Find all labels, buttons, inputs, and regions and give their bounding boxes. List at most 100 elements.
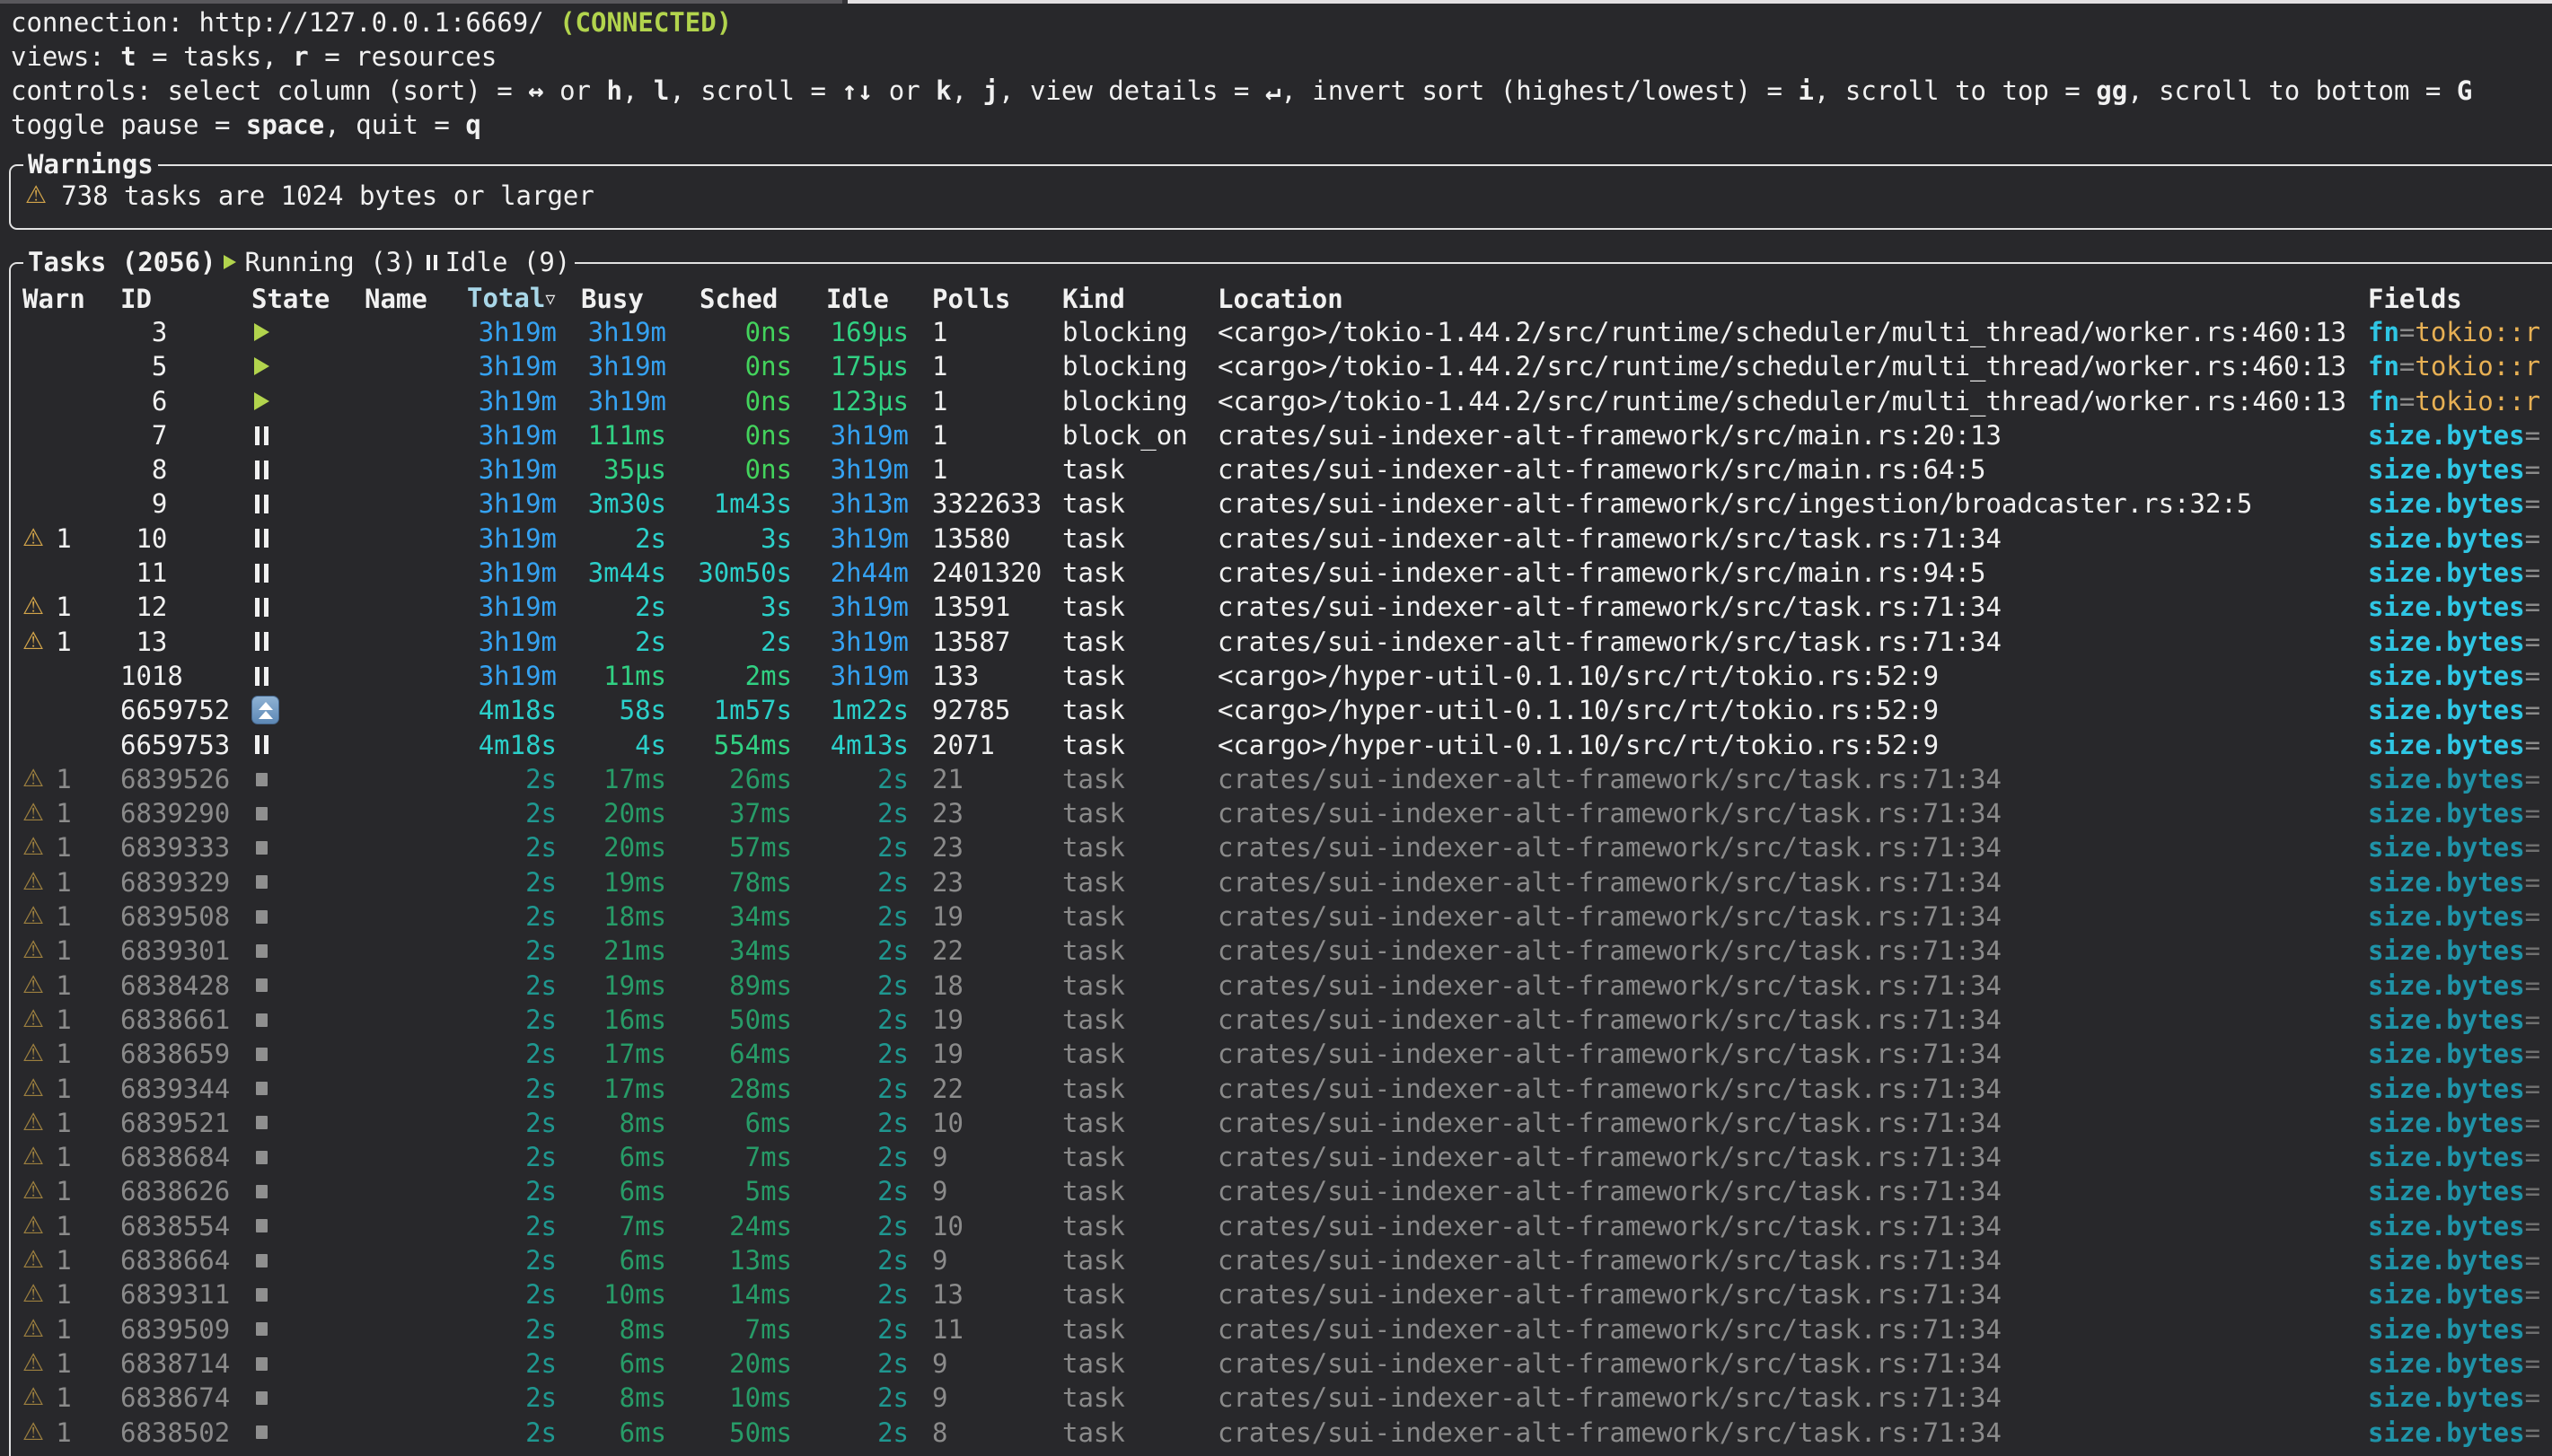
task-id: 6839329 (110, 865, 251, 899)
column-header-idle[interactable]: Idle (792, 282, 909, 316)
sched-duration: 6ms (666, 1106, 792, 1140)
field-value: tokio::r (2415, 351, 2540, 382)
warning-triangle-icon: ⚠ (22, 590, 44, 624)
task-row[interactable]: ⚠168386262s6ms5ms2s9taskcrates/sui-index… (13, 1174, 2552, 1208)
task-row[interactable]: ⚠1 133h19m2s2s3h19m13587taskcrates/sui-i… (13, 625, 2552, 659)
task-row[interactable]: 53h19m3h19m0ns175µs1blocking<cargo>/toki… (13, 349, 2552, 383)
field-equals: = (2525, 1074, 2540, 1104)
polls-count: 13591 (909, 590, 1057, 624)
idle-duration: 2s (792, 1037, 909, 1071)
task-row[interactable]: 66597524m18s58s1m57s1m22s92785task<cargo… (13, 693, 2552, 727)
task-row[interactable]: ⚠168385022s6ms50ms2s8taskcrates/sui-inde… (13, 1416, 2552, 1450)
warn-cell: ⚠1 (13, 1037, 110, 1071)
field-key: size.bytes (2368, 592, 2525, 622)
column-header-busy[interactable]: Busy (557, 282, 666, 316)
task-row[interactable]: ⚠168387142s6ms20ms2s9taskcrates/sui-inde… (13, 1346, 2552, 1381)
task-row[interactable]: 66597534m18s4s554ms4m13s2071task<cargo>/… (13, 728, 2552, 762)
warning-triangle-icon: ⚠ (22, 625, 44, 659)
task-row[interactable]: ⚠168393112s10ms14ms2s13taskcrates/sui-in… (13, 1277, 2552, 1311)
task-row[interactable]: ⚠168385542s7ms24ms2s10taskcrates/sui-ind… (13, 1209, 2552, 1243)
total-duration: 3h19m (467, 590, 557, 624)
warn-cell: ⚠1 (13, 1106, 110, 1140)
task-row[interactable]: ⚠168393012s21ms34ms2s22taskcrates/sui-in… (13, 934, 2552, 968)
key-hint: q (465, 110, 480, 140)
task-kind: task (1057, 899, 1212, 934)
busy-duration: 2s (557, 522, 666, 556)
total-duration: 2s (467, 1037, 557, 1071)
idle-duration: 123µs (792, 384, 909, 418)
task-row[interactable]: ⚠1 123h19m2s3s3h19m13591taskcrates/sui-i… (13, 590, 2552, 624)
task-row[interactable]: ⚠168386842s6ms7ms2s9taskcrates/sui-index… (13, 1140, 2552, 1174)
task-id: 10 (110, 522, 251, 556)
field-key: size.bytes (2368, 1417, 2525, 1448)
warn-count: 1 (56, 1106, 71, 1140)
idle-duration: 2s (792, 1209, 909, 1243)
task-row[interactable]: 83h19m35µs0ns3h19m1taskcrates/sui-indexe… (13, 452, 2552, 487)
warn-cell: ⚠1 (13, 762, 110, 796)
field-key: size.bytes (2368, 1074, 2525, 1104)
column-header-sched[interactable]: Sched (666, 282, 792, 316)
task-row[interactable]: ⚠168395212s8ms6ms2s10taskcrates/sui-inde… (13, 1106, 2552, 1140)
task-row[interactable]: ⚠168392902s20ms37ms2s23taskcrates/sui-in… (13, 796, 2552, 830)
task-row[interactable]: ⚠168395092s8ms7ms2s11taskcrates/sui-inde… (13, 1312, 2552, 1346)
task-kind: task (1057, 728, 1212, 762)
polls-count: 1 (909, 384, 1057, 418)
task-row[interactable]: ⚠168386592s17ms64ms2s19taskcrates/sui-in… (13, 1037, 2552, 1071)
task-row[interactable]: ⚠168384282s19ms89ms2s18taskcrates/sui-in… (13, 969, 2552, 1003)
column-header-name[interactable]: Name (365, 282, 467, 316)
warning-triangle-icon: ⚠ (22, 969, 44, 1003)
sched-duration: 3s (666, 522, 792, 556)
column-header-polls[interactable]: Polls (909, 282, 1057, 316)
task-row[interactable]: 113h19m3m44s30m50s2h44m2401320taskcrates… (13, 556, 2552, 590)
busy-duration: 2s (557, 625, 666, 659)
state-cell (251, 910, 365, 924)
task-id: 6839333 (110, 830, 251, 864)
key-hint: ↵ (1265, 75, 1280, 106)
task-kind: task (1057, 1243, 1212, 1277)
busy-duration: 3m44s (557, 556, 666, 590)
task-row[interactable]: 10183h19m11ms2ms3h19m133task<cargo>/hype… (13, 659, 2552, 693)
column-header-kind[interactable]: Kind (1057, 282, 1212, 316)
idle-duration: 2s (792, 1174, 909, 1208)
column-header-total[interactable]: Total▿ (467, 281, 557, 317)
task-row[interactable]: ⚠168386642s6ms13ms2s9taskcrates/sui-inde… (13, 1243, 2552, 1277)
total-duration: 2s (467, 1106, 557, 1140)
task-location: crates/sui-indexer-alt-framework/src/tas… (1212, 1277, 2363, 1311)
task-fields: size.bytes= (2363, 1346, 2552, 1381)
help-text: , scroll to bottom = (2127, 75, 2457, 106)
busy-duration: 19ms (557, 969, 666, 1003)
column-header-location[interactable]: Location (1212, 282, 2363, 316)
sched-duration: 64ms (666, 1037, 792, 1071)
task-row[interactable]: ⚠168386612s16ms50ms2s19taskcrates/sui-in… (13, 1003, 2552, 1037)
field-equals: = (2525, 1417, 2540, 1448)
task-fields: size.bytes= (2363, 1072, 2552, 1106)
task-row[interactable]: 93h19m3m30s1m43s3h13m3322633taskcrates/s… (13, 487, 2552, 521)
column-header-fields[interactable]: Fields (2363, 282, 2552, 316)
task-row[interactable]: ⚠168386742s8ms10ms2s9taskcrates/sui-inde… (13, 1381, 2552, 1415)
task-id: 6838502 (110, 1416, 251, 1450)
task-row[interactable]: ⚠168393292s19ms78ms2s23taskcrates/sui-in… (13, 865, 2552, 899)
sched-duration: 1m57s (666, 693, 792, 727)
total-duration: 2s (467, 1277, 557, 1311)
busy-duration: 3m30s (557, 487, 666, 521)
task-row[interactable]: 33h19m3h19m0ns169µs1blocking<cargo>/toki… (13, 315, 2552, 349)
column-header-warn[interactable]: Warn (13, 282, 110, 316)
task-row[interactable]: 73h19m111ms0ns3h19m1block_oncrates/sui-i… (13, 418, 2552, 452)
task-fields: size.bytes= (2363, 830, 2552, 864)
column-header-id[interactable]: ID (110, 282, 251, 316)
idle-state-icon (255, 598, 268, 617)
total-duration: 2s (467, 969, 557, 1003)
task-row[interactable]: ⚠168395262s17ms26ms2s21taskcrates/sui-in… (13, 762, 2552, 796)
warn-count: 1 (56, 1140, 71, 1174)
task-row[interactable]: ⚠1 103h19m2s3s3h19m13580taskcrates/sui-i… (13, 522, 2552, 556)
task-row[interactable]: 63h19m3h19m0ns123µs1blocking<cargo>/toki… (13, 384, 2552, 418)
task-row[interactable]: ⚠168395082s18ms34ms2s19taskcrates/sui-in… (13, 899, 2552, 934)
total-duration: 4m18s (467, 728, 557, 762)
idle-duration: 2s (792, 1243, 909, 1277)
column-header-state[interactable]: State (251, 282, 365, 316)
task-id: 6838674 (110, 1381, 251, 1415)
task-row[interactable]: ⚠168393442s17ms28ms2s22taskcrates/sui-in… (13, 1072, 2552, 1106)
task-row[interactable]: ⚠168393332s20ms57ms2s23taskcrates/sui-in… (13, 830, 2552, 864)
task-location: crates/sui-indexer-alt-framework/src/tas… (1212, 969, 2363, 1003)
warn-cell: ⚠1 (13, 1416, 110, 1450)
